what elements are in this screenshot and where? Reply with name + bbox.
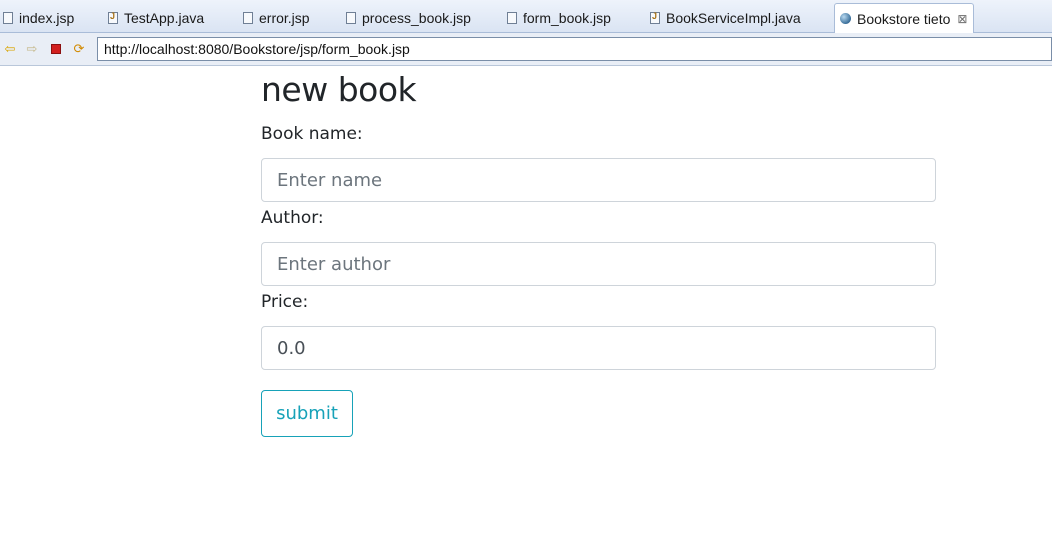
price-label: Price: xyxy=(261,292,309,312)
jsp-file-icon xyxy=(3,12,13,24)
browser-toolbar: ⇦ ⇨ ⟳ http://localhost:8080/Bookstore/js… xyxy=(0,33,1052,66)
tab-label: error.jsp xyxy=(259,10,310,26)
author-label: Author: xyxy=(261,208,324,228)
tab-testapp-java[interactable]: TestApp.java xyxy=(108,6,204,30)
submit-button[interactable]: submit xyxy=(261,390,353,437)
java-file-icon xyxy=(108,11,118,24)
jsp-file-icon xyxy=(346,12,356,24)
stop-icon[interactable] xyxy=(51,44,61,54)
tab-error-jsp[interactable]: error.jsp xyxy=(243,6,310,30)
page-title: new book xyxy=(261,70,417,109)
tab-index-jsp[interactable]: index.jsp xyxy=(3,6,74,30)
url-bar[interactable]: http://localhost:8080/Bookstore/jsp/form… xyxy=(97,37,1052,61)
jsp-file-icon xyxy=(507,12,517,24)
tab-label: form_book.jsp xyxy=(523,10,611,26)
refresh-icon[interactable]: ⟳ xyxy=(72,42,86,56)
browser-globe-icon xyxy=(840,13,851,24)
tab-process-book-jsp[interactable]: process_book.jsp xyxy=(346,6,471,30)
book-name-input[interactable] xyxy=(261,158,936,202)
tab-bookserviceimpl-java[interactable]: BookServiceImpl.java xyxy=(650,6,801,30)
price-input[interactable] xyxy=(261,326,936,370)
tab-bookstore-browser[interactable]: Bookstore tieto ⊠ xyxy=(834,3,975,33)
tab-form-book-jsp[interactable]: form_book.jsp xyxy=(507,6,611,30)
tab-label: index.jsp xyxy=(19,10,75,26)
tab-label: process_book.jsp xyxy=(362,10,471,26)
tab-label: Bookstore tieto xyxy=(857,10,951,27)
author-input[interactable] xyxy=(261,242,936,286)
tab-label: BookServiceImpl.java xyxy=(666,10,801,26)
book-name-label: Book name: xyxy=(261,124,363,144)
close-icon[interactable]: ⊠ xyxy=(957,13,967,25)
forward-arrow-icon[interactable]: ⇨ xyxy=(25,42,39,56)
java-file-icon xyxy=(650,11,660,24)
jsp-file-icon xyxy=(243,12,253,24)
back-arrow-icon[interactable]: ⇦ xyxy=(3,42,17,56)
editor-tab-bar: index.jsp TestApp.java error.jsp process… xyxy=(0,0,1052,33)
tab-label: TestApp.java xyxy=(124,10,205,26)
